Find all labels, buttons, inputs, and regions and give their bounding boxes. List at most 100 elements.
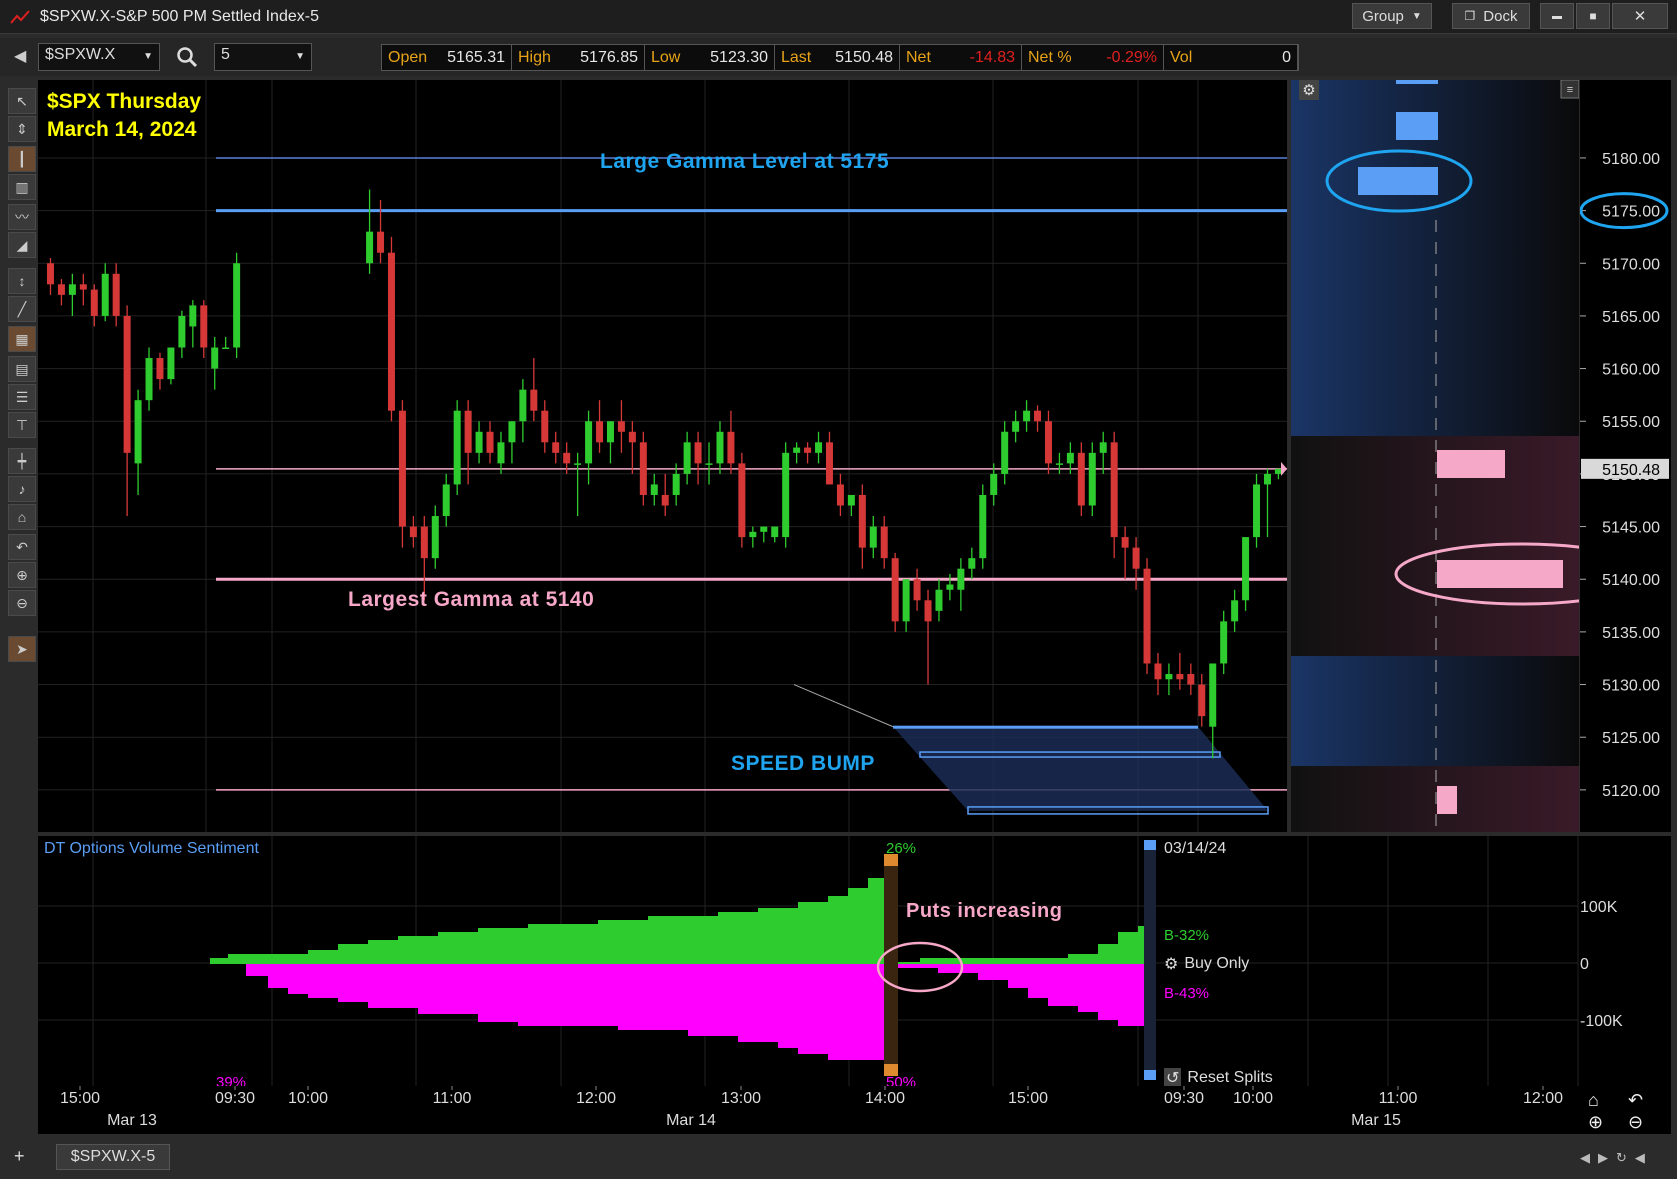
undo-icon[interactable]: ↶ — [1628, 1090, 1643, 1111]
tab-prev-icon[interactable]: ◀ — [1580, 1150, 1598, 1165]
time-tick-label: 15:00 — [60, 1090, 100, 1107]
gamma-bar-5140 — [1437, 560, 1563, 588]
candle — [650, 473, 658, 506]
candle — [683, 431, 691, 485]
price-tick-label: 5145.00 — [1602, 520, 1660, 537]
dock-icon: ❐ — [1464, 9, 1476, 23]
calls-area-2 — [920, 926, 1156, 963]
candle — [497, 431, 505, 474]
quote-bar: Open 5165.31 High 5176.85 Low 5123.30 Last 5150… — [381, 44, 1299, 71]
vertical-measure-icon[interactable]: ↕ — [8, 268, 36, 294]
tab-next-icon[interactable]: ▶ — [1598, 1150, 1616, 1165]
split-marker-2[interactable] — [1144, 840, 1156, 1080]
candle — [1143, 558, 1151, 675]
tab-nav-controls[interactable]: ◀▶↻◀ — [1580, 1150, 1653, 1166]
candle — [782, 442, 790, 548]
trendline-icon[interactable]: ╱ — [8, 296, 36, 322]
minimize-button[interactable]: ▬ — [1540, 3, 1574, 29]
time-tick-label: 13:00 — [721, 1090, 761, 1107]
quote-value: 5165.31 — [447, 48, 505, 66]
candle — [716, 421, 724, 474]
candle — [541, 400, 549, 453]
time-tick-label: 10:00 — [1233, 1090, 1273, 1107]
candle — [366, 189, 374, 274]
dock-button[interactable]: ❐ Dock — [1452, 3, 1530, 29]
close-button[interactable]: ✕ — [1612, 3, 1668, 29]
quote-value: -14.83 — [969, 48, 1015, 66]
candle — [156, 352, 164, 390]
zoom-out-icon[interactable]: ⊖ — [1628, 1112, 1643, 1133]
candle — [1198, 674, 1206, 727]
options-sentiment-pane[interactable]: 100K 0 -100K DT Options Volume Sentiment 2… — [38, 836, 1671, 1091]
home-icon[interactable]: ⌂ — [8, 504, 36, 530]
status-bar — [0, 1142, 1677, 1179]
speed-bump-connector — [793, 684, 894, 728]
candle-tool-icon[interactable]: ┃ — [8, 146, 36, 172]
zoom-in-icon[interactable]: ⊕ — [8, 562, 36, 588]
reset-splits-label: Reset Splits — [1187, 1069, 1273, 1086]
undo-icon[interactable]: ↶ — [8, 534, 36, 560]
calls-area — [210, 878, 884, 963]
back-arrow-icon[interactable]: ◀ — [14, 46, 26, 66]
group-button[interactable]: Group ▼ — [1352, 3, 1432, 29]
symbol-value: $SPXW.X — [45, 46, 116, 63]
chart-tab[interactable]: $SPXW.X-5 — [56, 1144, 170, 1170]
buy-only-toggle[interactable]: ⚙ Buy Only — [1164, 954, 1249, 974]
zoom-out-icon[interactable]: ⊖ — [8, 590, 36, 616]
add-tab-icon[interactable]: + — [14, 1146, 25, 1167]
gamma-5175-annotation: Large Gamma Level at 5175 — [600, 150, 890, 173]
symbol-select[interactable]: $SPXW.X ▼ — [38, 43, 160, 71]
candle — [178, 310, 186, 359]
line-tool-icon[interactable]: 〰 — [8, 204, 36, 230]
horizontal-line-icon[interactable]: ⊤ — [8, 412, 36, 438]
zoom-in-icon[interactable]: ⊕ — [1588, 1112, 1603, 1133]
gamma-profile-panel: ⚙ ≡ — [1291, 74, 1650, 832]
interval-select[interactable]: 5 ▼ — [214, 43, 312, 71]
bar-tool-icon[interactable]: ▥ — [8, 174, 36, 200]
candle — [233, 252, 241, 359]
note-icon[interactable]: ♪ — [8, 476, 36, 502]
cursor-icon[interactable]: ↖ — [8, 88, 36, 114]
price-tag-icon[interactable]: ┿ — [8, 448, 36, 474]
grid-icon[interactable]: ▦ — [8, 326, 36, 352]
quote-open: Open 5165.31 — [382, 45, 512, 70]
area-tool-icon[interactable]: ◢ — [8, 232, 36, 258]
collapse-icon[interactable]: ◀ — [1635, 1150, 1653, 1165]
maximize-button[interactable]: ■ — [1576, 3, 1610, 29]
table-icon[interactable]: ▤ — [8, 356, 36, 382]
candle — [661, 473, 669, 517]
dock-label: Dock — [1483, 7, 1518, 25]
puts-area — [246, 963, 884, 1060]
toolbar: ◀ $SPXW.X ▼ 5 ▼ Open 5165.31 High 5176.85 Lo… — [0, 38, 1677, 76]
sentiment-tick-label: -100K — [1580, 1013, 1623, 1030]
move-icon[interactable]: ⇕ — [8, 116, 36, 142]
date-label: Mar 14 — [666, 1112, 716, 1129]
candle — [990, 463, 998, 506]
price-chart[interactable]: $SPX Thursday March 14, 2024 Large Gamma… — [38, 80, 1287, 832]
candle — [1242, 537, 1250, 611]
price-tick-label: 5140.00 — [1602, 572, 1660, 589]
candle — [464, 400, 472, 485]
price-axis[interactable]: 5180.00 5175.00 5170.00 5165.00 5160.00 5155.… — [1579, 80, 1671, 832]
search-icon[interactable] — [176, 46, 198, 68]
candle — [1187, 663, 1195, 696]
candle — [1077, 442, 1085, 517]
candle — [1088, 442, 1096, 517]
price-tick-label: 5180.00 — [1602, 151, 1660, 168]
price-tick-label: 5125.00 — [1602, 730, 1660, 747]
home-icon[interactable]: ⌂ — [1588, 1090, 1599, 1111]
quote-vol: Vol 0 — [1164, 45, 1298, 70]
reset-splits-button[interactable]: ↺ Reset Splits — [1164, 1068, 1273, 1088]
time-tick-label: 12:00 — [576, 1090, 616, 1107]
refresh-icon[interactable]: ↻ — [1616, 1150, 1635, 1165]
quote-value: -0.29% — [1106, 48, 1157, 66]
date-label: Mar 13 — [107, 1112, 157, 1129]
split-marker[interactable] — [884, 854, 898, 1076]
candle — [836, 473, 844, 517]
fibonacci-icon[interactable]: ☰ — [8, 384, 36, 410]
reset-icon: ↺ — [1164, 1068, 1182, 1088]
time-tick-label: 10:00 — [288, 1090, 328, 1107]
time-axis[interactable]: 15:00 09:30 10:00 11:00 12:00 13:00 14:00 15:00… — [38, 1086, 1671, 1134]
pointer-icon[interactable]: ➤ — [8, 636, 36, 662]
gamma-5140-annotation: Largest Gamma at 5140 — [348, 588, 595, 611]
